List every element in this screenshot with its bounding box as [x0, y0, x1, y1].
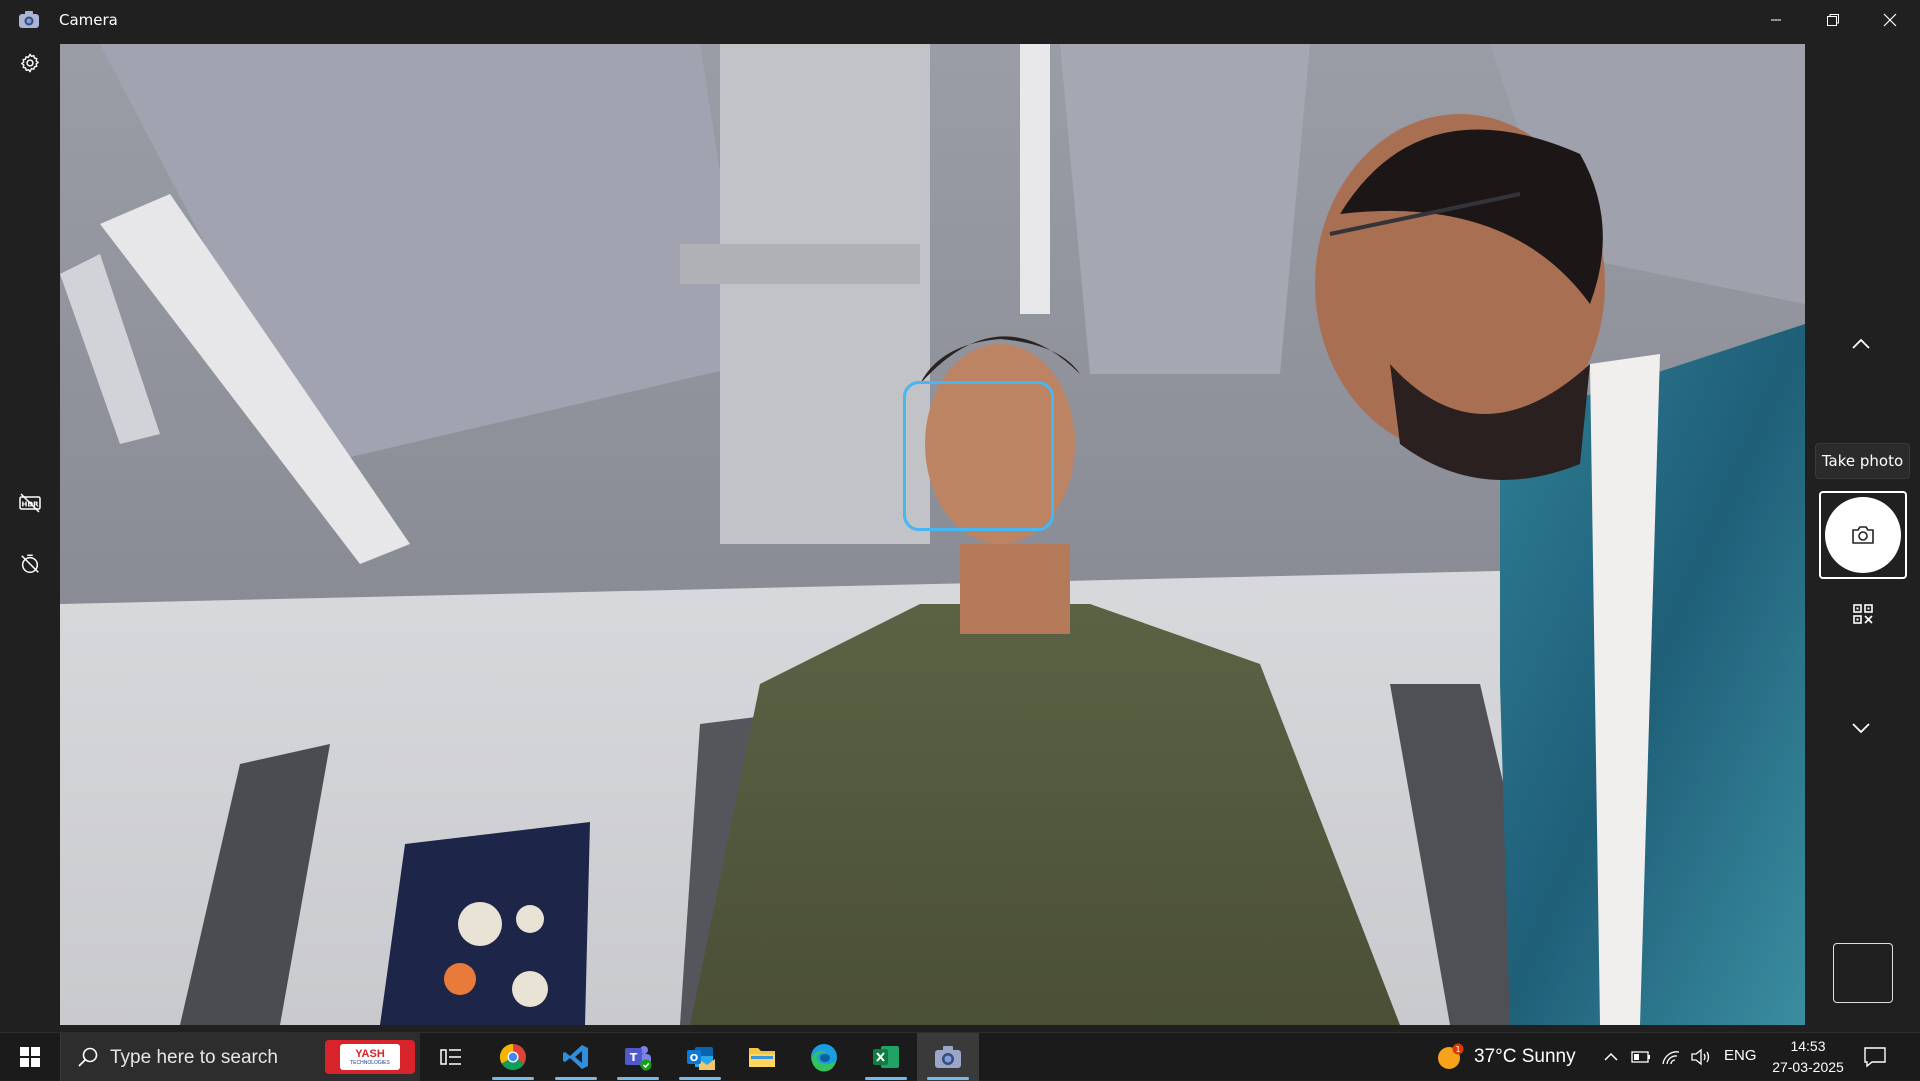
yash-logo-subtitle: TECHNOLOGIES — [350, 1059, 390, 1066]
close-icon — [1883, 13, 1897, 27]
svg-text:O: O — [690, 1053, 699, 1064]
clock-time: 14:53 — [1790, 1038, 1826, 1054]
taskbar-search[interactable]: Type here to search YASH TECHNOLOGIES — [60, 1033, 420, 1081]
chevron-up-icon — [1604, 1052, 1618, 1061]
taskbar-app-vscode[interactable] — [545, 1033, 607, 1081]
outlook-icon: O — [687, 1047, 715, 1070]
battery-icon — [1631, 1051, 1650, 1063]
search-placeholder: Type here to search — [110, 1047, 278, 1068]
show-hidden-icons-button[interactable] — [1600, 1047, 1622, 1067]
wifi-icon — [1662, 1051, 1680, 1065]
network-button[interactable] — [1660, 1047, 1682, 1067]
speaker-icon — [1691, 1048, 1710, 1066]
chevron-up-icon — [1852, 338, 1870, 349]
taskbar-app-teams[interactable]: T — [607, 1033, 669, 1081]
taskbar-app-chrome[interactable] — [482, 1033, 544, 1081]
mode-down-button[interactable] — [1843, 710, 1879, 746]
minimize-icon — [1771, 19, 1781, 21]
notification-icon — [1864, 1047, 1886, 1068]
battery-button[interactable] — [1630, 1047, 1652, 1067]
clock-date: 27-03-2025 — [1772, 1059, 1844, 1075]
take-photo-button[interactable] — [1819, 491, 1907, 579]
taskbar: Type here to search YASH TECHNOLOGIES T … — [0, 1032, 1920, 1081]
sunny-icon: 1 — [1438, 1043, 1464, 1069]
camera-viewfinder[interactable] — [60, 44, 1805, 1025]
left-toolbar: HDR — [0, 40, 60, 1025]
svg-text:T: T — [630, 1051, 638, 1064]
settings-button[interactable] — [14, 47, 46, 79]
volume-button[interactable] — [1690, 1047, 1712, 1067]
weather-widget[interactable]: 1 37°C Sunny — [1436, 1033, 1576, 1081]
mode-up-button[interactable] — [1843, 326, 1879, 362]
take-photo-tooltip: Take photo — [1815, 443, 1910, 479]
chrome-icon — [499, 1043, 526, 1071]
live-camera-feed — [60, 44, 1805, 1025]
timer-button[interactable] — [14, 548, 46, 580]
face-detection-box — [903, 381, 1054, 531]
camera-icon — [1852, 526, 1874, 544]
shutter — [1825, 497, 1901, 573]
taskbar-app-file-explorer[interactable] — [731, 1033, 793, 1081]
qr-scan-button[interactable] — [1847, 598, 1879, 630]
notifications-button[interactable] — [1862, 1045, 1888, 1069]
vscode-icon — [563, 1045, 588, 1069]
taskbar-app-outlook[interactable]: O — [669, 1033, 731, 1081]
search-highlight-banner[interactable]: YASH TECHNOLOGIES — [325, 1040, 415, 1074]
yash-logo-title: YASH — [355, 1047, 385, 1060]
windows-icon — [20, 1047, 40, 1067]
teams-icon: T — [625, 1046, 652, 1071]
start-button[interactable] — [0, 1033, 60, 1081]
close-button[interactable] — [1862, 0, 1918, 40]
search-icon — [78, 1047, 98, 1067]
title-bar: Camera — [0, 0, 1920, 40]
folder-icon — [749, 1048, 775, 1067]
hdr-button[interactable]: HDR — [14, 487, 46, 519]
window-title: Camera — [59, 11, 118, 29]
language-indicator[interactable]: ENG — [1724, 1047, 1757, 1064]
chevron-down-icon — [1852, 723, 1870, 734]
hdr-off-icon: HDR — [19, 493, 41, 513]
restore-icon — [1827, 14, 1839, 26]
camera-app-icon — [19, 11, 39, 28]
gear-icon — [21, 53, 39, 73]
camera-icon — [935, 1046, 961, 1068]
weather-text: 37°C Sunny — [1474, 1046, 1576, 1067]
yash-logo: YASH TECHNOLOGIES — [340, 1044, 400, 1070]
qr-code-icon — [1853, 604, 1873, 624]
taskbar-app-camera[interactable] — [917, 1033, 979, 1081]
edge-icon — [811, 1044, 837, 1072]
clock[interactable]: 14:53 27-03-2025 — [1768, 1036, 1848, 1078]
task-view-icon — [440, 1049, 461, 1065]
weather-badge: 1 — [1455, 1045, 1460, 1054]
svg-text:HDR: HDR — [21, 501, 39, 509]
gallery-thumbnail[interactable] — [1833, 943, 1893, 1003]
taskbar-app-excel[interactable] — [855, 1033, 917, 1081]
timer-off-icon — [21, 554, 39, 573]
excel-icon — [873, 1046, 899, 1068]
restore-button[interactable] — [1805, 0, 1861, 40]
task-view-button[interactable] — [420, 1033, 482, 1081]
minimize-button[interactable] — [1748, 0, 1804, 40]
taskbar-app-edge[interactable] — [793, 1033, 855, 1081]
